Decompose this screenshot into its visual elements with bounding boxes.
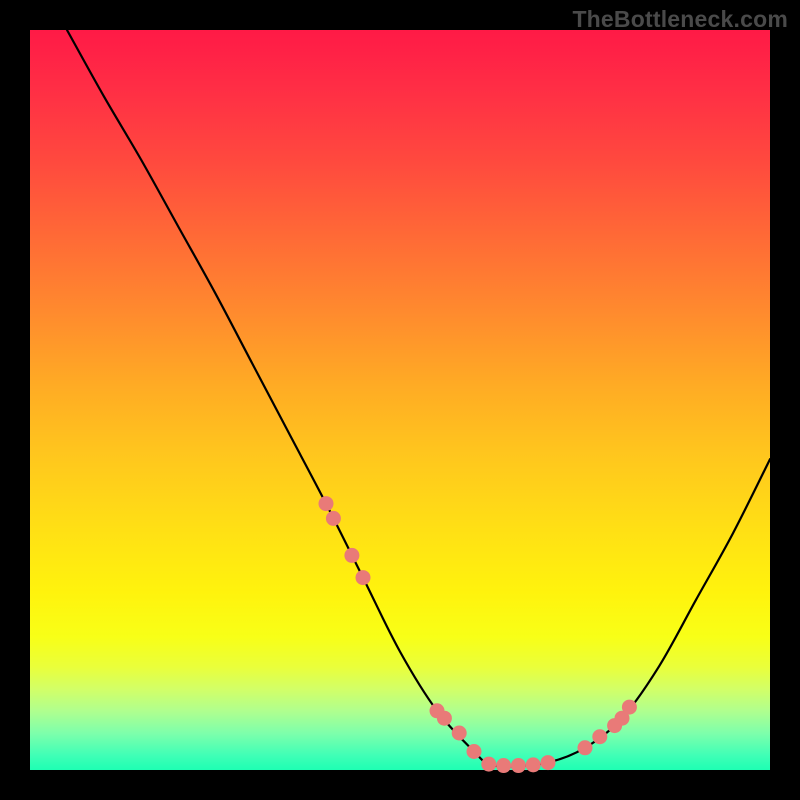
highlight-dot xyxy=(622,700,637,715)
highlight-dot xyxy=(541,755,556,770)
highlight-dot xyxy=(356,570,371,585)
chart-frame: TheBottleneck.com xyxy=(0,0,800,800)
highlight-dot xyxy=(511,758,526,773)
highlight-dot xyxy=(344,548,359,563)
highlight-dot xyxy=(326,511,341,526)
highlight-dot xyxy=(467,744,482,759)
highlight-dots xyxy=(319,496,637,773)
chart-svg xyxy=(30,30,770,770)
highlight-dot xyxy=(578,740,593,755)
highlight-dot xyxy=(481,757,496,772)
highlight-dot xyxy=(452,726,467,741)
highlight-dot xyxy=(526,757,541,772)
bottleneck-curve xyxy=(67,30,770,766)
watermark-text: TheBottleneck.com xyxy=(572,6,788,33)
highlight-dot xyxy=(319,496,334,511)
highlight-dot xyxy=(437,711,452,726)
highlight-dot xyxy=(496,758,511,773)
highlight-dot xyxy=(592,729,607,744)
